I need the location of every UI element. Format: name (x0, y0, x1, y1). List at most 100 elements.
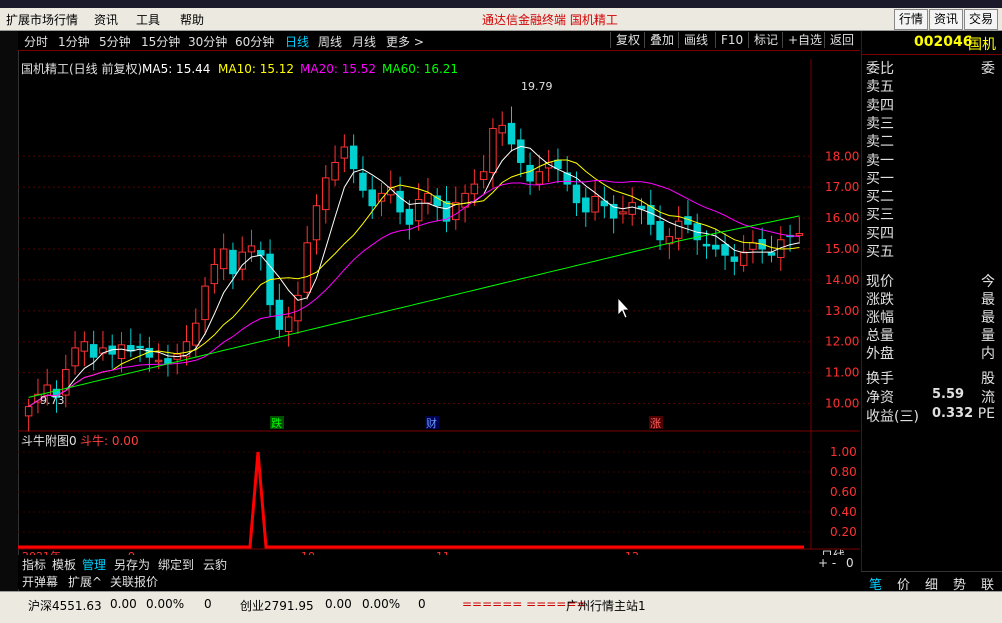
period-intraday[interactable]: 分时 (24, 33, 48, 50)
period-30min[interactable]: 30分钟 (188, 33, 227, 50)
draw-button[interactable]: 画线 (678, 32, 713, 48)
left-side-strip (0, 31, 19, 591)
menu-help[interactable]: 帮助 (180, 11, 204, 28)
quote-row-right: 流 (981, 390, 995, 406)
candle-body (210, 263, 219, 285)
sub-chart-value: 斗牛: 0.00 (80, 433, 139, 448)
period-monthly[interactable]: 月线 (352, 33, 376, 50)
tab-template[interactable]: 模板 (52, 556, 76, 573)
tab-cloud[interactable]: 云豹 (203, 556, 227, 573)
candle-body (470, 183, 479, 195)
tab-bind-to[interactable]: 绑定到 (158, 556, 194, 573)
candle-body (554, 159, 562, 170)
candle-body (62, 369, 70, 396)
candle-body (238, 251, 246, 270)
add-favorite-button[interactable]: +自选 (782, 32, 827, 48)
candle-body (739, 251, 748, 266)
period-60min[interactable]: 60分钟 (235, 33, 274, 50)
cy-percent: 0.00% (362, 597, 401, 611)
candle-body (331, 161, 339, 181)
tab-expand[interactable]: 扩展^ (68, 573, 102, 590)
f10-button[interactable]: F10 (715, 32, 748, 48)
quote-row-label: 净资 (866, 390, 894, 406)
candle-body (628, 202, 636, 215)
quote-row-label: 现价 (866, 274, 894, 290)
quote-row-label: 涨幅 (866, 310, 894, 326)
candle-body (656, 221, 664, 241)
tab-danmaku[interactable]: 开弹幕 (22, 573, 58, 590)
candle-body (749, 242, 757, 250)
overlay-button[interactable]: 叠加 (644, 32, 679, 48)
period-1min[interactable]: 1分钟 (58, 33, 90, 50)
menu-news[interactable]: 资讯 (94, 11, 118, 28)
candle-body (229, 249, 237, 275)
candle-body (619, 211, 627, 215)
tab-related-quote[interactable]: 关联报价 (110, 573, 158, 590)
period-15min[interactable]: 15分钟 (141, 33, 180, 50)
period-more[interactable]: 更多 > (386, 33, 424, 50)
candle-body (517, 139, 525, 163)
candle-body (489, 127, 497, 174)
kline-chart[interactable]: 18.00 17.00 16.00 15.00 14.00 13.00 12.00 11.00… (18, 51, 860, 571)
candle-body (312, 205, 321, 241)
tab-manage[interactable]: 管理 (82, 556, 106, 573)
quote-row-right: 内 (981, 346, 995, 362)
candle-body (359, 172, 367, 191)
quote-row-value: 0.332 (932, 406, 974, 421)
sub-chart-title: 斗牛附图0 (21, 433, 77, 448)
candle-body (674, 220, 683, 239)
low-annotation: 9.73 (40, 394, 65, 407)
status-bar: 沪深4551.63 0.00 0.00% 0 创业2791.95 0.00 0.… (0, 591, 1002, 623)
price-tick: 17.00 (825, 180, 859, 194)
adjust-button[interactable]: 复权 (610, 32, 645, 48)
trade-button[interactable]: 交易 (964, 9, 999, 30)
douniu-indicator-line (18, 451, 804, 549)
price-tick: 16.00 (825, 211, 859, 225)
mark-button[interactable]: 标记 (748, 32, 783, 48)
candle-body (154, 359, 163, 363)
back-button[interactable]: 返回 (824, 32, 859, 48)
menu-expand-market[interactable]: 扩展市场行情 (6, 11, 78, 28)
candle-body (702, 243, 711, 247)
candle-body (498, 124, 506, 134)
quote-row-label: 外盘 (866, 346, 894, 362)
sub-tick: 0.20 (830, 525, 857, 539)
marker-drop[interactable]: 跌 (271, 416, 282, 430)
sub-tick: 0.60 (830, 485, 857, 499)
menu-tools[interactable]: 工具 (136, 11, 160, 28)
mouse-cursor-icon (617, 296, 630, 319)
candle-body (730, 256, 739, 262)
candle-body (591, 195, 599, 213)
candle-body (349, 145, 358, 170)
quote-button[interactable]: 行情 (894, 9, 929, 30)
price-tick: 15.00 (825, 242, 859, 256)
sh-index[interactable]: 沪深4551.63 (28, 597, 102, 614)
quote-row-label: 卖一 (866, 152, 894, 169)
quote-row-right: 最 (981, 292, 995, 308)
candle-body (117, 344, 126, 360)
period-5min[interactable]: 5分钟 (99, 33, 131, 50)
indicator-tabs: 指标 模板 管理 另存为 绑定到 云豹 + - 0 (18, 555, 860, 572)
quote-row-value: 5.59 (932, 387, 965, 402)
quote-panel: 002046 国机 委比委卖五 卖四 卖三 卖二 卖一 买一 买二 买三 买四 买五 现价今涨跌最… (861, 31, 1002, 591)
legend-ma5: MA5: 15.44 (142, 62, 210, 76)
high-annotation: 19.79 (521, 80, 553, 93)
sh-change: 0.00 (110, 597, 137, 611)
period-toolbar: 分时 1分钟 5分钟 15分钟 30分钟 60分钟 日线 周线 月线 更多 > … (18, 31, 860, 51)
quote-row-right: 量 (981, 328, 995, 344)
marker-rise[interactable]: 涨 (650, 417, 661, 430)
candle-body (219, 248, 228, 270)
legend-ma10: MA10: 15.12 (218, 62, 294, 76)
server-station[interactable]: 广州行情主站1 (566, 597, 646, 614)
marker-finance[interactable]: 财 (426, 416, 437, 430)
zoom-plus-icon[interactable]: + - (818, 556, 836, 570)
candle-body (424, 192, 432, 204)
candle-body (396, 190, 404, 213)
tab-indicator[interactable]: 指标 (22, 556, 46, 573)
period-weekly[interactable]: 周线 (318, 33, 342, 50)
tab-save-as[interactable]: 另存为 (114, 556, 150, 573)
cy-index[interactable]: 创业2791.95 (240, 597, 314, 614)
candle-body (414, 199, 423, 222)
period-daily[interactable]: 日线 (285, 33, 309, 50)
news-button[interactable]: 资讯 (929, 9, 964, 30)
